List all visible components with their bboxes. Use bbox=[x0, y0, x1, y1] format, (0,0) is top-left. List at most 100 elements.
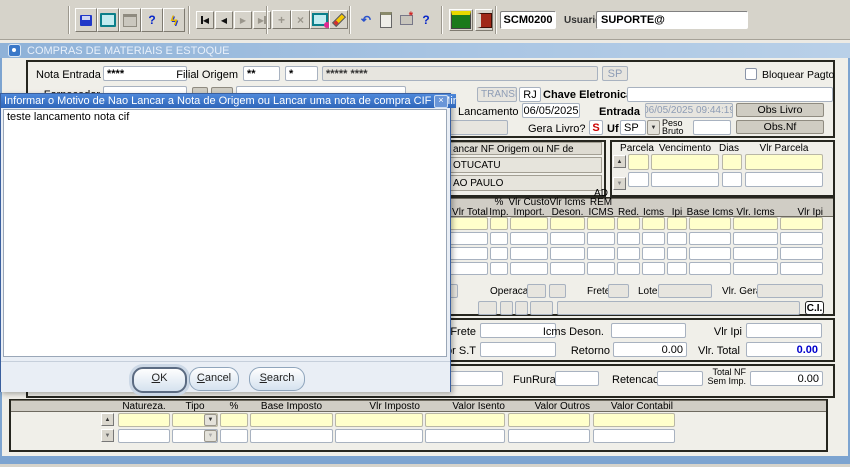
grid-cell[interactable] bbox=[733, 247, 778, 260]
gera-livro-field[interactable]: S bbox=[589, 120, 603, 135]
parcela-cell[interactable] bbox=[628, 154, 649, 170]
grid-cell[interactable] bbox=[510, 217, 548, 230]
percent-cell[interactable] bbox=[220, 429, 248, 443]
grid-cell[interactable] bbox=[780, 232, 823, 245]
obs-nf-button[interactable]: Obs.Nf bbox=[736, 120, 824, 134]
uf-dropdown-button[interactable]: ▼ bbox=[647, 120, 660, 135]
vlr-parcela-cell[interactable] bbox=[745, 154, 823, 170]
grid-cell[interactable] bbox=[550, 232, 585, 245]
filial-code-field[interactable]: ** bbox=[243, 66, 280, 81]
parcela-cell[interactable] bbox=[628, 172, 649, 187]
valor-contabil-cell[interactable] bbox=[593, 413, 675, 427]
valor-outros-cell[interactable] bbox=[508, 429, 590, 443]
grid-cell[interactable] bbox=[617, 217, 640, 230]
grid-cell[interactable] bbox=[550, 217, 585, 230]
grid-cell[interactable] bbox=[642, 232, 665, 245]
natureza-cell[interactable] bbox=[118, 413, 170, 427]
grid-cell[interactable] bbox=[667, 262, 687, 275]
percent-cell[interactable] bbox=[220, 413, 248, 427]
grid-cell[interactable] bbox=[733, 262, 778, 275]
motivo-textarea[interactable]: teste lancamento nota cif bbox=[3, 109, 447, 357]
grid-cell[interactable] bbox=[587, 217, 615, 230]
grid-cell[interactable] bbox=[587, 262, 615, 275]
retencao-field[interactable] bbox=[657, 371, 703, 386]
vlr-ipi-field[interactable] bbox=[746, 323, 822, 338]
grid-cell[interactable] bbox=[642, 262, 665, 275]
cancel-button[interactable]: Cancel bbox=[189, 367, 239, 391]
grid-cell[interactable] bbox=[642, 247, 665, 260]
nav-last-button[interactable]: ▶ bbox=[253, 11, 271, 29]
vencimento-cell[interactable] bbox=[651, 172, 719, 187]
grid-cell[interactable] bbox=[510, 232, 548, 245]
vlr-parcela-cell[interactable] bbox=[745, 172, 823, 187]
grid-cell[interactable] bbox=[617, 262, 640, 275]
grid-cell[interactable] bbox=[780, 217, 823, 230]
preview-button[interactable] bbox=[97, 8, 119, 32]
dias-cell[interactable] bbox=[722, 172, 742, 187]
paste-button[interactable] bbox=[377, 11, 395, 29]
grid-cell[interactable] bbox=[733, 232, 778, 245]
grid-cell[interactable] bbox=[550, 247, 585, 260]
peso-bruto-field[interactable] bbox=[693, 120, 731, 135]
funrural-field[interactable] bbox=[555, 371, 599, 386]
grid-cell[interactable] bbox=[550, 262, 585, 275]
grid-cell[interactable] bbox=[689, 262, 731, 275]
filial-sub-field[interactable]: * bbox=[285, 66, 318, 81]
valor-outros-cell[interactable] bbox=[508, 413, 590, 427]
natureza-scroll-up[interactable]: ▲ bbox=[101, 413, 114, 426]
grid-cell[interactable] bbox=[689, 247, 731, 260]
vlr-imposto-cell[interactable] bbox=[335, 413, 423, 427]
valor-st-field[interactable] bbox=[480, 342, 556, 357]
tipo-dropdown-button[interactable]: ▼ bbox=[204, 414, 217, 426]
base-imposto-cell[interactable] bbox=[250, 413, 333, 427]
add-record-button[interactable]: + bbox=[272, 10, 291, 29]
bloquear-pagto-checkbox[interactable] bbox=[745, 68, 757, 80]
cancel-print-button[interactable]: * bbox=[397, 11, 415, 29]
delete-record-button[interactable]: × bbox=[291, 10, 310, 29]
grid-cell[interactable] bbox=[617, 232, 640, 245]
retorno-field[interactable]: 0.00 bbox=[613, 342, 687, 357]
ci-button[interactable]: C.I. bbox=[805, 301, 824, 315]
valor-contabil-cell[interactable] bbox=[593, 429, 675, 443]
grid-cell[interactable] bbox=[587, 232, 615, 245]
grid-cell[interactable] bbox=[510, 247, 548, 260]
help-run-button[interactable]: ? bbox=[141, 8, 163, 32]
valor-isento-cell[interactable] bbox=[425, 429, 505, 443]
grid-cell[interactable] bbox=[642, 217, 665, 230]
nav-next-button[interactable]: ▶ bbox=[234, 11, 252, 29]
uf-combo-field[interactable]: SP bbox=[620, 120, 646, 135]
program-code-field[interactable]: SCM0200 bbox=[500, 11, 556, 29]
grid-cell[interactable] bbox=[780, 247, 823, 260]
edit-button[interactable] bbox=[310, 10, 329, 29]
grid-cell[interactable] bbox=[510, 262, 548, 275]
grid-cell[interactable] bbox=[617, 247, 640, 260]
grid-cell[interactable] bbox=[689, 217, 731, 230]
grid-cell[interactable] bbox=[490, 247, 508, 260]
grid-cell[interactable] bbox=[490, 232, 508, 245]
grid-cell[interactable] bbox=[667, 247, 687, 260]
lancamento-field[interactable]: 06/05/2025 bbox=[522, 103, 580, 118]
dialog-close-button[interactable]: × bbox=[434, 95, 448, 108]
chave-eletronica-field[interactable] bbox=[627, 87, 833, 102]
grid-cell[interactable] bbox=[667, 232, 687, 245]
grid-cell[interactable] bbox=[667, 217, 687, 230]
motivo-dialog-titlebar[interactable]: Informar o Motivo de Nao Lancar a Nota d… bbox=[1, 94, 456, 108]
vlr-imposto-cell[interactable] bbox=[335, 429, 423, 443]
base-imposto-cell[interactable] bbox=[250, 429, 333, 443]
natureza-cell[interactable] bbox=[118, 429, 170, 443]
transportadora-uf-field[interactable]: RJ bbox=[519, 87, 541, 102]
icms-deson-field[interactable] bbox=[611, 323, 686, 338]
grid-cell[interactable] bbox=[780, 262, 823, 275]
dias-cell[interactable] bbox=[722, 154, 742, 170]
nota-entrada-field[interactable]: **** bbox=[103, 66, 187, 81]
usuario-field[interactable]: SUPORTE@ bbox=[596, 11, 748, 29]
undo-button[interactable]: ↶ bbox=[357, 11, 375, 29]
save-button[interactable] bbox=[75, 8, 97, 32]
natureza-scroll-down[interactable]: ▼ bbox=[101, 429, 114, 442]
print-button[interactable] bbox=[119, 8, 141, 32]
grid-cell[interactable] bbox=[587, 247, 615, 260]
nav-prev-button[interactable]: ◀ bbox=[215, 11, 233, 29]
valor-isento-cell[interactable] bbox=[425, 413, 505, 427]
nav-first-button[interactable]: ◀ bbox=[196, 11, 214, 29]
parcelas-scroll-up[interactable]: ▲ bbox=[613, 155, 626, 168]
